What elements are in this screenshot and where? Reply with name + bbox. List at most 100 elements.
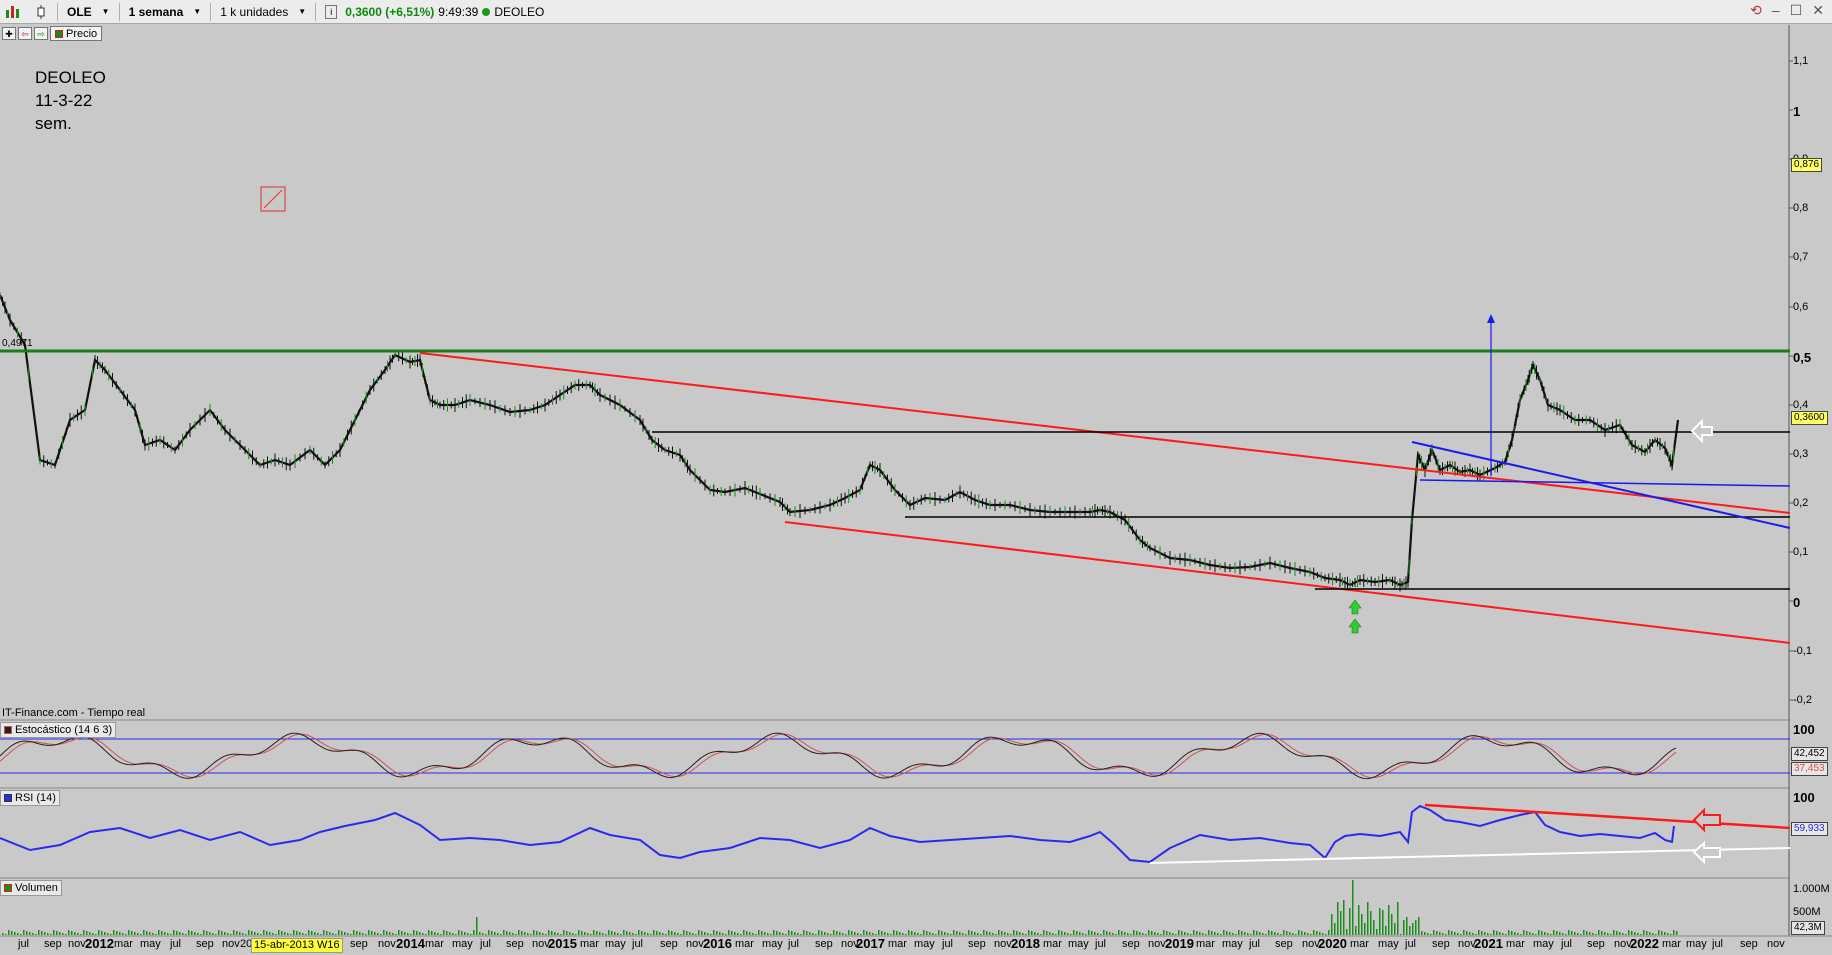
volume-bar (239, 932, 241, 935)
volume-bar (1010, 934, 1012, 935)
volume-bar (389, 932, 391, 935)
volume-bar (479, 932, 481, 935)
stoch-label[interactable]: Estocástico (14 6 3) (0, 722, 117, 738)
volume-bar (1436, 931, 1438, 935)
volume-bar (527, 933, 529, 935)
volume-bar (779, 932, 781, 935)
volume-bar (2, 933, 4, 935)
volume-bar (221, 931, 223, 935)
volume-bar (878, 930, 880, 935)
volume-bar (1091, 931, 1093, 935)
volume-bar (377, 933, 379, 935)
volume-bar (599, 932, 601, 935)
volume-bar (1643, 930, 1645, 935)
volume-bar (659, 932, 661, 935)
volume-bar (728, 930, 730, 935)
volume-bar (1670, 934, 1672, 935)
volume-bar (791, 931, 793, 935)
rsi-label[interactable]: RSI (14) (0, 790, 60, 806)
volume-bar (563, 930, 565, 935)
volume-bar (281, 931, 283, 935)
volume-label[interactable]: Volumen (0, 880, 62, 896)
volume-bar (539, 932, 541, 935)
volume-bar (1637, 933, 1639, 935)
volume-bar (1502, 933, 1504, 935)
trendline-red-upper[interactable] (419, 352, 1791, 514)
volume-bar (929, 932, 931, 935)
x-axis-label: mar (425, 938, 444, 950)
volume-bar (836, 931, 838, 935)
price-y-tick: 0,5 (1793, 350, 1812, 365)
volume-bar (302, 933, 304, 935)
x-axis-label: nov (222, 938, 240, 950)
volume-bar (170, 934, 172, 935)
volume-bar (308, 930, 310, 935)
x-axis-label: mar (580, 938, 599, 950)
volume-bar (431, 931, 433, 935)
volume-bar (848, 930, 850, 935)
volume-bar (1184, 932, 1186, 935)
rsi-value: 59,933 (1791, 822, 1828, 836)
volume-bar (638, 930, 640, 935)
volume-bar (899, 932, 901, 935)
volume-bar (1235, 934, 1237, 935)
volume-bar (38, 930, 40, 935)
volume-bar (59, 932, 61, 935)
volume-bar (857, 933, 859, 935)
volume-bar (215, 934, 217, 935)
volume-bar (1328, 930, 1330, 935)
volume-bar (1145, 934, 1147, 935)
volume-bar (149, 932, 151, 935)
volume-bar (620, 934, 622, 935)
trendline-red-lower[interactable] (784, 521, 1791, 644)
volume-bar (1664, 932, 1666, 935)
volume-bar (92, 933, 94, 935)
volume-bar (188, 930, 190, 935)
volume-bar (1169, 932, 1171, 935)
volume-tick-500m: 500M (1793, 906, 1821, 918)
volume-bar (1583, 930, 1585, 935)
volume-bar (146, 931, 148, 935)
volume-bar (458, 930, 460, 935)
volume-bar (761, 931, 763, 935)
x-axis-label: jul (942, 938, 954, 950)
volume-bar (437, 933, 439, 935)
rsi-trendline-red[interactable] (1424, 803, 1791, 830)
volume-bar (1613, 930, 1615, 935)
volume-bar (194, 932, 196, 935)
rsi-trendline-white[interactable] (1149, 847, 1791, 864)
volume-bar (1286, 931, 1288, 935)
volume-bar (947, 933, 949, 935)
volume-bar (332, 933, 334, 935)
volume-bar (470, 934, 472, 935)
volume-tick-1000m: 1.000M (1793, 883, 1830, 895)
volume-bar (776, 931, 778, 935)
volume-bar (1388, 905, 1390, 935)
volume-bar (914, 932, 916, 935)
x-axis-label: nov (994, 938, 1012, 950)
volume-bar (773, 930, 775, 935)
volume-bar (884, 932, 886, 935)
chart-canvas[interactable] (0, 0, 1832, 955)
volume-bar (1355, 926, 1357, 935)
x-axis-label: jul (1712, 938, 1724, 950)
volume-bar (53, 930, 55, 935)
volume-bar (374, 932, 376, 935)
volume-bar (230, 934, 232, 935)
volume-bar (41, 931, 43, 935)
volume-bar (950, 934, 952, 935)
volume-bar (812, 933, 814, 935)
volume-bar (977, 933, 979, 935)
volume-bar (347, 933, 349, 935)
volume-bar (1433, 930, 1435, 935)
volume-bar (284, 932, 286, 935)
volume-bar (1478, 930, 1480, 935)
volume-bar (1622, 933, 1624, 935)
volume-bar (1154, 932, 1156, 935)
volume-bar (101, 931, 103, 935)
x-axis-label: 2016 (703, 936, 732, 951)
volume-bar (722, 933, 724, 935)
volume-bar (419, 932, 421, 935)
volume-bar (245, 934, 247, 935)
volume-bar (1349, 908, 1351, 935)
